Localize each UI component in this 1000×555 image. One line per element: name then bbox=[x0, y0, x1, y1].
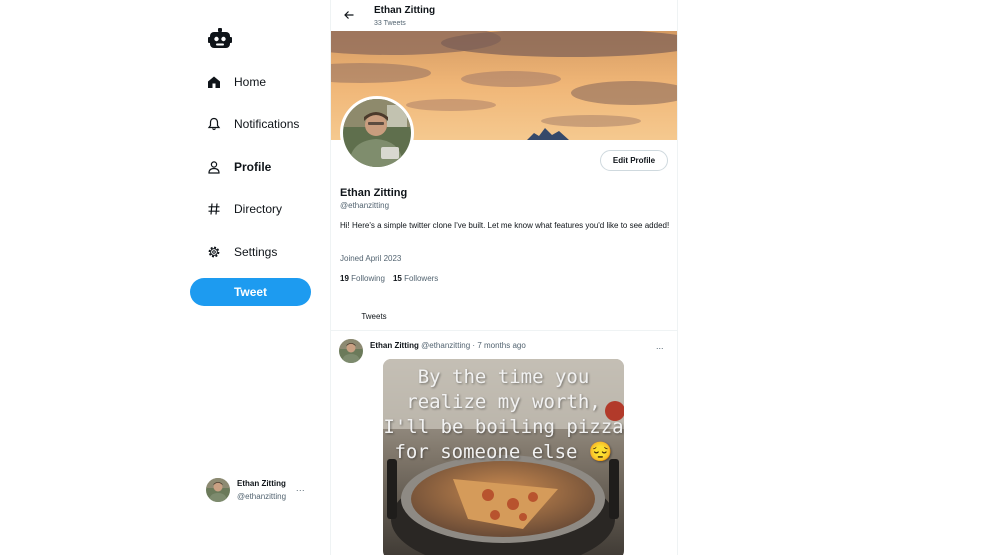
nav-item-profile[interactable]: Profile bbox=[206, 155, 271, 179]
tweet-separator: · bbox=[472, 341, 476, 350]
profile-follow-stats: 19 Following 15 Followers bbox=[340, 274, 438, 283]
tweet-item[interactable]: Ethan Zitting @ethanzitting · 7 months a… bbox=[331, 331, 677, 555]
followers-label: Followers bbox=[404, 274, 439, 283]
following-count: 19 bbox=[340, 274, 349, 283]
nav-item-settings[interactable]: Settings bbox=[206, 240, 277, 264]
gear-icon bbox=[206, 244, 222, 260]
tweet-more-icon[interactable]: ... bbox=[656, 341, 664, 351]
followers-count: 15 bbox=[392, 274, 402, 283]
followers-link[interactable]: 15 Followers bbox=[393, 274, 438, 283]
tweet-avatar[interactable] bbox=[339, 339, 363, 363]
nav-item-home[interactable]: Home bbox=[206, 70, 266, 94]
nav-label-directory: Directory bbox=[234, 202, 283, 216]
account-handle: @ethanzitting bbox=[237, 492, 287, 501]
profile-header: Ethan Zitting 33 Tweets bbox=[331, 0, 677, 31]
nav-item-directory[interactable]: Directory bbox=[206, 197, 282, 221]
hash-icon bbox=[206, 201, 222, 217]
back-arrow-icon[interactable] bbox=[343, 9, 355, 21]
tweet-time: 7 months ago bbox=[477, 341, 526, 350]
edit-profile-button[interactable]: Edit Profile bbox=[600, 150, 668, 171]
nav-label-settings: Settings bbox=[234, 245, 278, 259]
nav-label-notifications: Notifications bbox=[234, 117, 300, 131]
profile-avatar[interactable] bbox=[340, 96, 414, 170]
nav-item-notifications[interactable]: Notifications bbox=[206, 112, 299, 136]
tab-tweets[interactable]: Tweets bbox=[350, 306, 398, 326]
tweet-button[interactable]: Tweet bbox=[190, 278, 311, 306]
header-name: Ethan Zitting bbox=[374, 5, 436, 16]
sidebar: Home Notifications Profile Directory Set… bbox=[186, 0, 326, 555]
following-link[interactable]: 19 Following bbox=[340, 274, 385, 283]
account-name: Ethan Zitting bbox=[237, 479, 286, 488]
profile-bio: Hi! Here's a simple twitter clone I've b… bbox=[340, 221, 670, 230]
person-icon bbox=[206, 159, 222, 175]
profile-column: Ethan Zitting 33 Tweets Edit Profile Eth… bbox=[330, 0, 678, 555]
nav-label-home: Home bbox=[234, 75, 267, 89]
avatar bbox=[206, 478, 230, 502]
nav-label-profile: Profile bbox=[234, 160, 272, 174]
profile-joined-date: Joined April 2023 bbox=[340, 254, 402, 263]
account-more-icon[interactable]: ... bbox=[296, 483, 305, 493]
profile-name: Ethan Zitting bbox=[340, 187, 408, 199]
tweet-image[interactable]: By the time you realize my worth, I'll b… bbox=[383, 359, 624, 555]
header-tweet-count: 33 Tweets bbox=[374, 20, 406, 27]
profile-handle: @ethanzitting bbox=[340, 201, 390, 210]
tweet-author-handle: @ethanzitting bbox=[421, 341, 471, 350]
home-icon bbox=[206, 74, 222, 90]
bell-icon bbox=[206, 116, 222, 132]
following-label: Following bbox=[351, 274, 385, 283]
tweet-image-caption: By the time you realize my worth, I'll b… bbox=[383, 366, 624, 463]
tweet-header: Ethan Zitting @ethanzitting · 7 months a… bbox=[370, 341, 526, 350]
robot-logo-icon[interactable] bbox=[208, 28, 232, 50]
account-switcher[interactable]: Ethan Zitting @ethanzitting ... bbox=[206, 475, 321, 505]
tweet-author-name[interactable]: Ethan Zitting bbox=[370, 341, 419, 350]
